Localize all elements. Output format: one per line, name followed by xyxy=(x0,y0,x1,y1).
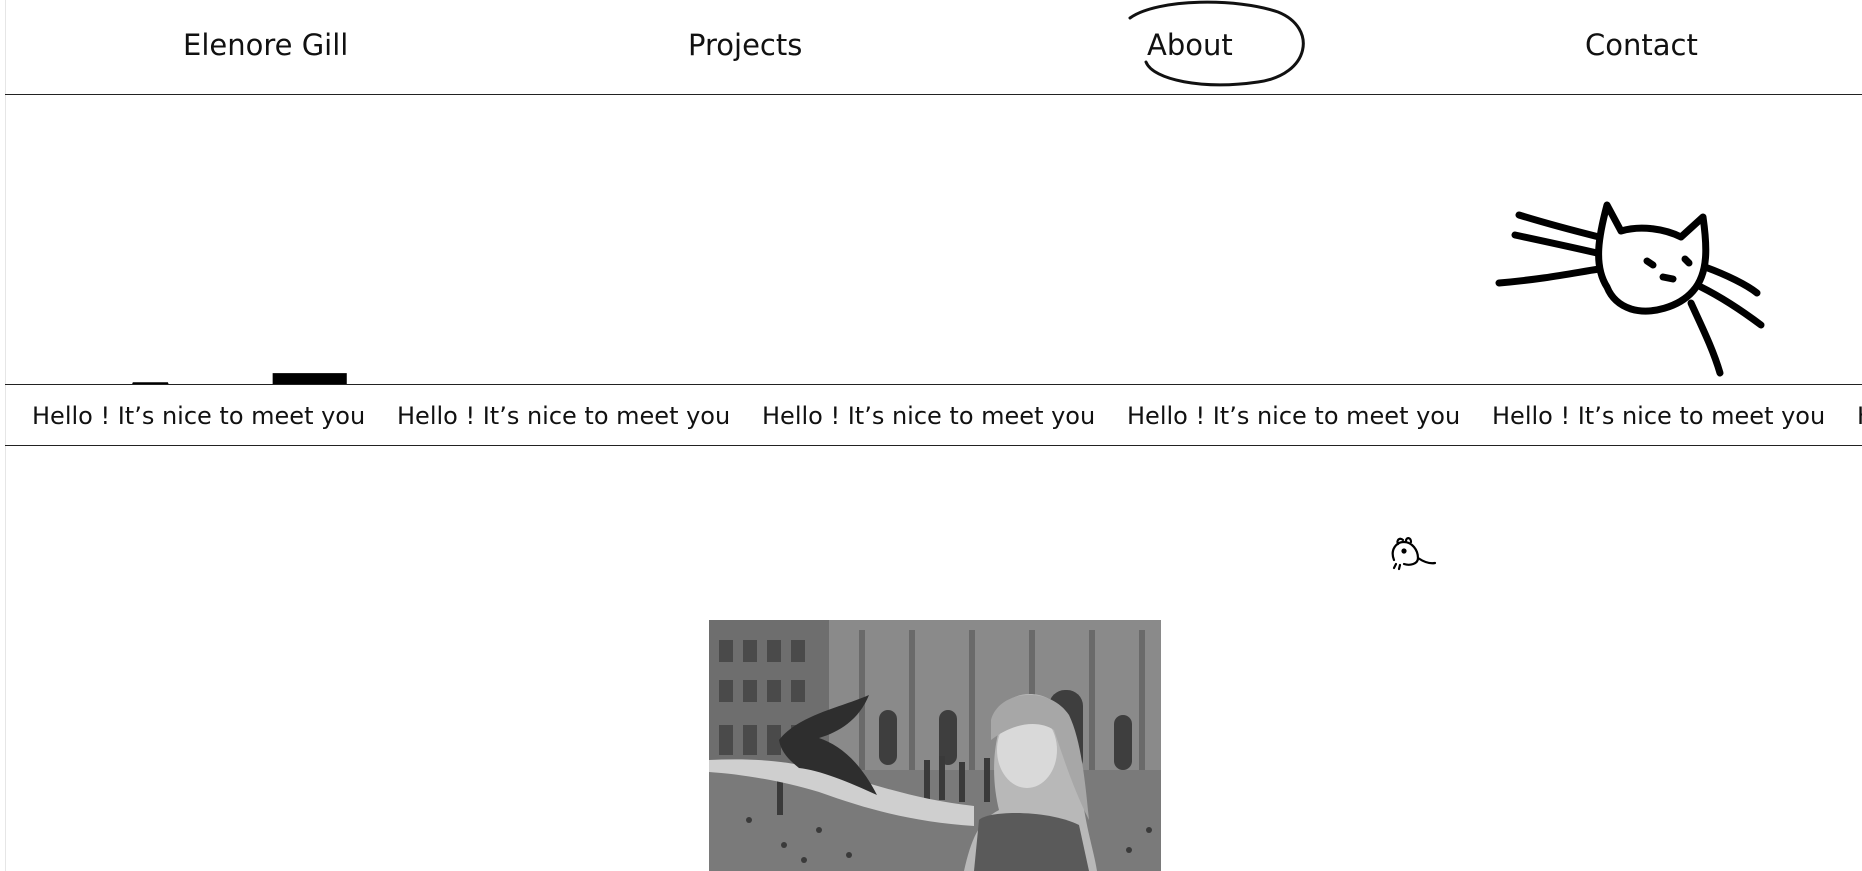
page: Elenore Gill Projects About Contact Abou… xyxy=(5,0,1862,871)
active-circle-doodle xyxy=(1128,0,1305,87)
marquee-item: Hello ! It’s nice to meet you xyxy=(1127,402,1461,430)
marquee-item: Hello ! It’s nice to meet you xyxy=(1492,402,1826,430)
mouse-doodle-icon xyxy=(1391,537,1437,571)
cat-doodle-icon xyxy=(1495,201,1765,377)
nav-projects[interactable]: Projects xyxy=(688,27,802,63)
marquee-item: Hello ! It’s nice to meet you xyxy=(1857,401,1862,431)
nav-contact[interactable]: Contact xyxy=(1585,27,1698,63)
photo-placeholder-image xyxy=(709,620,1161,871)
page-title: About me xyxy=(35,346,1631,385)
marquee-item: Hello ! It’s nice to meet you xyxy=(32,402,366,430)
marquee-item: Hello ! It’s nice to meet you xyxy=(762,402,1096,430)
brand-link[interactable]: Elenore Gill xyxy=(183,27,348,63)
greeting-marquee: Hello ! It’s nice to meet you Hello ! It… xyxy=(5,384,1862,446)
top-nav: Elenore Gill Projects About Contact xyxy=(5,0,1862,95)
profile-photo xyxy=(709,620,1161,871)
marquee-item: Hello ! It’s nice to meet you xyxy=(397,402,731,430)
hero-section: About me xyxy=(5,95,1862,385)
